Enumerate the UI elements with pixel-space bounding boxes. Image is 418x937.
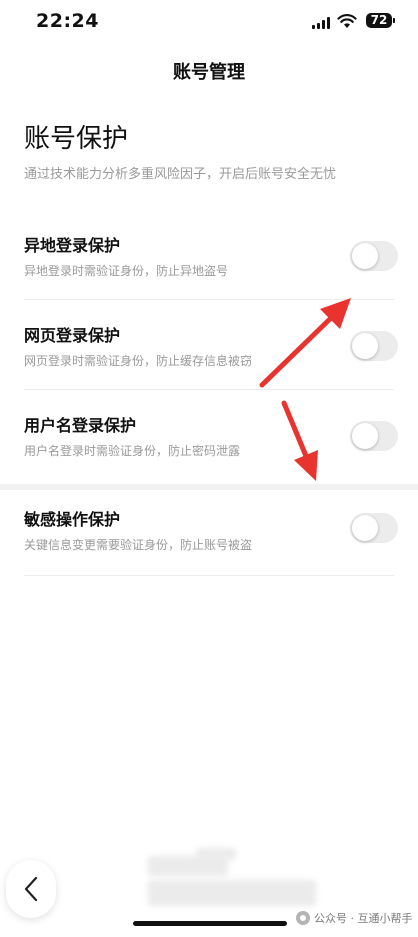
setting-row-web-login: 网页登录保护 网页登录时需验证身份，防止缓存信息被窃 bbox=[0, 300, 418, 390]
divider bbox=[24, 575, 394, 576]
cellular-signal-icon bbox=[312, 17, 331, 29]
toggle-knob bbox=[352, 423, 378, 449]
web-login-protection-toggle[interactable] bbox=[350, 331, 398, 361]
toggle-knob bbox=[352, 243, 378, 269]
wechat-official-account-icon bbox=[296, 911, 310, 925]
sensitive-operation-protection-toggle[interactable] bbox=[350, 513, 398, 543]
toggle-knob bbox=[352, 333, 378, 359]
setting-title: 网页登录保护 bbox=[24, 326, 121, 345]
setting-description: 关键信息变更需要验证身份，防止账号被盗 bbox=[24, 538, 253, 552]
setting-row-sensitive-operation: 敏感操作保护 关键信息变更需要验证身份，防止账号被盗 bbox=[0, 490, 418, 580]
battery-icon: 72 bbox=[366, 13, 392, 28]
page-title: 账号管理 bbox=[173, 62, 245, 83]
chevron-left-icon bbox=[24, 876, 38, 902]
toggle-knob bbox=[352, 515, 378, 541]
status-time: 22:24 bbox=[36, 10, 99, 32]
wifi-icon bbox=[337, 14, 357, 28]
battery-cap bbox=[393, 18, 395, 23]
setting-title: 用户名登录保护 bbox=[24, 416, 137, 435]
blurred-content bbox=[148, 880, 316, 906]
watermark-text: 公众号 · 互通小帮手 bbox=[314, 912, 413, 925]
remote-login-protection-toggle[interactable] bbox=[350, 241, 398, 271]
setting-title: 异地登录保护 bbox=[24, 236, 121, 255]
back-button[interactable] bbox=[6, 860, 56, 918]
section-description: 通过技术能力分析多重风险因子，开启后账号安全无忧 bbox=[24, 167, 337, 182]
blurred-content bbox=[196, 848, 236, 860]
watermark: 公众号 · 互通小帮手 bbox=[296, 909, 413, 927]
section-heading: 账号保护 bbox=[24, 124, 129, 154]
setting-description: 网页登录时需验证身份，防止缓存信息被窃 bbox=[24, 354, 253, 368]
setting-row-remote-login: 异地登录保护 异地登录时需验证身份，防止异地盗号 bbox=[0, 210, 418, 300]
setting-description: 用户名登录时需验证身份，防止密码泄露 bbox=[24, 444, 241, 458]
setting-title: 敏感操作保护 bbox=[24, 510, 121, 529]
setting-description: 异地登录时需验证身份，防止异地盗号 bbox=[24, 264, 229, 278]
home-indicator bbox=[133, 921, 287, 926]
setting-row-username-login: 用户名登录保护 用户名登录时需验证身份，防止密码泄露 bbox=[0, 390, 418, 480]
username-login-protection-toggle[interactable] bbox=[350, 421, 398, 451]
status-bar: 22:24 72 bbox=[0, 0, 418, 48]
